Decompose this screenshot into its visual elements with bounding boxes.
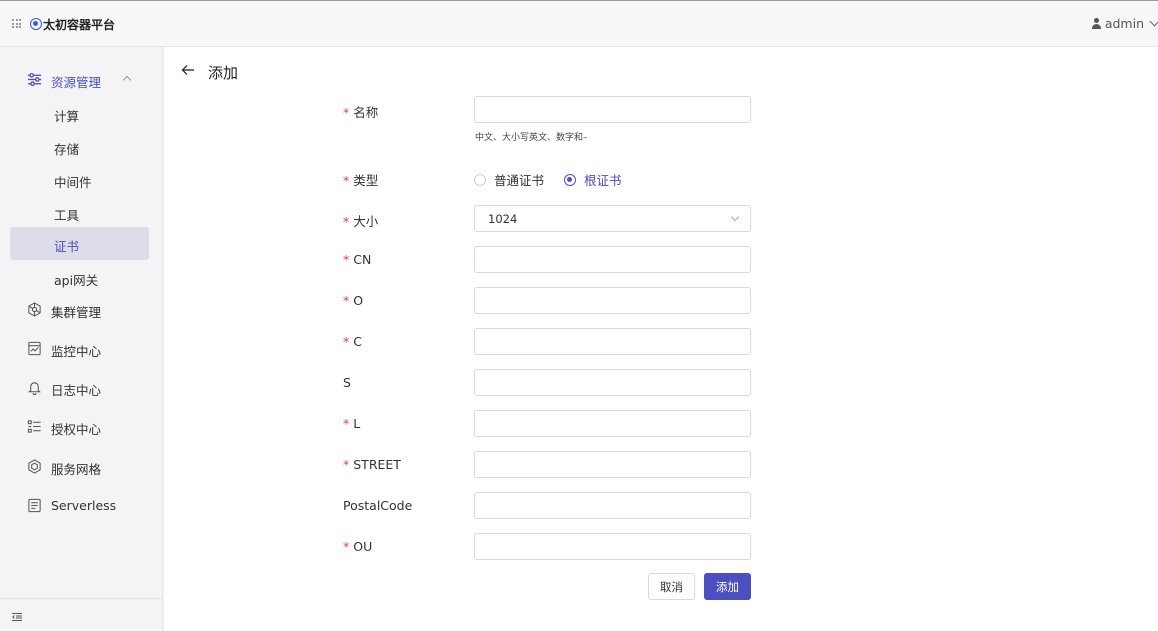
app-title: 太初容器平台 xyxy=(43,18,116,32)
cn-input[interactable] xyxy=(474,246,751,273)
type-label: * 类型 xyxy=(343,173,379,188)
street-input[interactable] xyxy=(474,451,751,478)
sidebar-item-compute[interactable]: 计算 xyxy=(10,97,149,130)
required-mark: * xyxy=(343,334,350,349)
radio-checked-icon[interactable] xyxy=(564,173,576,186)
size-select[interactable]: 1024 xyxy=(474,205,751,232)
sidebar-group-service-mesh[interactable]: 服务网格 xyxy=(0,455,163,479)
bell-icon xyxy=(28,382,41,395)
chevron-up-icon[interactable] xyxy=(122,75,132,85)
menu-fold-icon[interactable] xyxy=(12,613,22,621)
function-icon xyxy=(28,498,41,513)
main-content: 添加 * 名称 中文、大小写英文、数字和– * 类型 普通证书 根证书 * 大小 10… xyxy=(164,47,1158,631)
required-mark: * xyxy=(343,457,350,472)
sidebar-item-certificate[interactable]: 证书 xyxy=(10,227,149,260)
sidebar-group-label: 资源管理 xyxy=(51,75,102,90)
radio-label: 根证书 xyxy=(584,173,622,188)
radio-label: 普通证书 xyxy=(494,173,545,188)
size-select-value: 1024 xyxy=(488,212,518,226)
sidebar-group-label: 监控中心 xyxy=(51,344,102,359)
s-label: S xyxy=(343,375,351,390)
required-mark: * xyxy=(343,293,350,308)
sidebar-group-label: 集群管理 xyxy=(51,305,102,320)
sidebar-item-middleware[interactable]: 中间件 xyxy=(10,163,149,196)
required-mark: * xyxy=(343,214,350,229)
user-name: admin xyxy=(1104,16,1144,31)
name-label: * 名称 xyxy=(343,105,379,120)
user-menu[interactable]: admin xyxy=(1091,16,1158,31)
cancel-button[interactable]: 取消 xyxy=(648,573,695,600)
l-input[interactable] xyxy=(474,410,751,437)
submit-button[interactable]: 添加 xyxy=(704,573,751,600)
apps-grid-icon[interactable] xyxy=(12,19,21,28)
name-input[interactable] xyxy=(474,96,751,123)
mesh-icon xyxy=(28,459,41,474)
sidebar-item-label: 存储 xyxy=(54,142,80,157)
sidebar-group-logs[interactable]: 日志中心 xyxy=(0,376,163,400)
radio-normal-certificate[interactable]: 普通证书 xyxy=(474,170,544,189)
sidebar-group-label: 授权中心 xyxy=(51,422,102,437)
sidebar-group-resources[interactable]: 资源管理 xyxy=(0,68,163,92)
s-input[interactable] xyxy=(474,369,751,396)
top-header: 太初容器平台 admin xyxy=(0,0,1158,47)
c-label: * C xyxy=(343,334,362,349)
o-label: * O xyxy=(343,293,364,308)
o-input[interactable] xyxy=(474,287,751,314)
list-icon xyxy=(27,420,41,433)
l-label: * L xyxy=(343,416,361,431)
sidebar-group-label: 服务网格 xyxy=(51,462,102,477)
sidebar-item-label: 证书 xyxy=(54,239,80,254)
required-mark: * xyxy=(343,539,350,554)
sidebar-footer xyxy=(0,598,163,631)
sidebar-item-tools[interactable]: 工具 xyxy=(10,196,149,229)
sliders-icon xyxy=(27,72,42,87)
street-label: * STREET xyxy=(343,457,401,472)
sidebar-item-label: 工具 xyxy=(54,208,80,223)
sidebar-group-monitor[interactable]: 监控中心 xyxy=(0,337,163,361)
sidebar-group-label: Serverless xyxy=(51,498,117,513)
postal-code-label: PostalCode xyxy=(343,498,413,513)
c-input[interactable] xyxy=(474,328,751,355)
monitor-icon xyxy=(28,341,41,356)
sidebar-item-api-gateway[interactable]: api网关 xyxy=(10,261,149,294)
sidebar-item-label: 中间件 xyxy=(54,175,92,190)
postal-code-input[interactable] xyxy=(474,492,751,519)
sidebar-group-serverless[interactable]: Serverless xyxy=(0,494,163,518)
required-mark: * xyxy=(343,416,350,431)
required-mark: * xyxy=(343,173,350,188)
radio-root-certificate[interactable]: 根证书 xyxy=(564,170,622,189)
ou-input[interactable] xyxy=(474,533,751,560)
arrow-left-icon[interactable] xyxy=(181,63,195,77)
cluster-icon xyxy=(28,302,41,317)
user-icon xyxy=(1091,18,1102,29)
sidebar-group-auth[interactable]: 授权中心 xyxy=(0,415,163,439)
logo-icon xyxy=(30,18,42,30)
ou-label: * OU xyxy=(343,539,373,554)
sidebar-item-storage[interactable]: 存储 xyxy=(10,130,149,163)
sidebar-item-label: api网关 xyxy=(54,273,99,288)
sidebar-item-label: 计算 xyxy=(54,109,80,124)
radio-unchecked-icon[interactable] xyxy=(474,173,486,186)
sidebar: 资源管理 计算 存储 中间件 工具 证书 api网关 集群管理 监控中心 日志中… xyxy=(0,47,163,631)
page-title: 添加 xyxy=(208,64,239,82)
size-label: * 大小 xyxy=(343,214,379,229)
chevron-down-icon xyxy=(730,212,740,222)
name-hint: 中文、大小写英文、数字和– xyxy=(475,133,588,143)
sidebar-group-cluster[interactable]: 集群管理 xyxy=(0,298,163,322)
required-mark: * xyxy=(343,252,350,267)
cn-label: * CN xyxy=(343,252,372,267)
required-mark: * xyxy=(343,105,350,120)
sidebar-group-label: 日志中心 xyxy=(51,383,102,398)
chevron-down-icon xyxy=(1149,16,1158,27)
